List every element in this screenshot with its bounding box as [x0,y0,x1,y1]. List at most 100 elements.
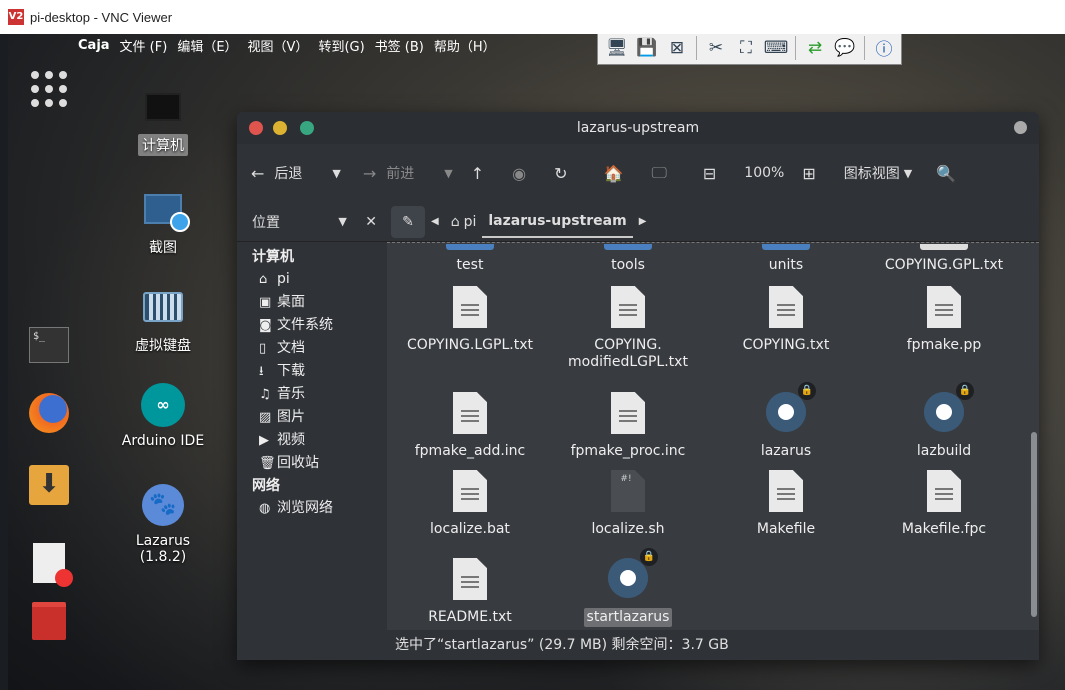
sidebar-item-filesystem[interactable]: ◙ 文件系统 [237,314,387,337]
zoom-out-button[interactable]: ⊟ [703,164,726,183]
close-button[interactable] [249,121,263,135]
file-item-tools[interactable]: tools [549,244,707,275]
vnc-window-title: pi-desktop - VNC Viewer [30,9,173,25]
chevron-down-icon[interactable]: ▼ [338,215,346,228]
file-item-copying-modified-lgpl[interactable]: COPYING. modifiedLGPL.txt [549,286,707,372]
back-label: 后退 [274,166,303,182]
forward-label: 前进 [386,166,415,182]
terminal-icon[interactable]: $_ [28,324,70,366]
file-item-lazarus[interactable]: 🔒 lazarus [707,382,865,461]
vnc-chat-icon[interactable]: 💬 [832,35,858,61]
sidebar-item-videos[interactable]: ▶ 视频 [237,429,387,452]
back-button[interactable]: ← 后退 ▼ [251,163,341,183]
menu-file[interactable]: 文件 (F) [120,36,168,55]
vnc-fullscreen-icon[interactable]: ⛶ [733,35,759,61]
menu-help[interactable]: 帮助（H） [434,36,496,55]
path-current-button[interactable]: lazarus-upstream [482,206,633,238]
zoom-level[interactable]: 100% [744,165,784,181]
file-item-fpmake-pp[interactable]: fpmake.pp [865,286,1023,355]
file-item-test[interactable]: test [391,244,549,275]
file-item-units[interactable]: units [707,244,865,275]
location-bar: 位置 ▼ ✕ ✎ ◀ ⌂ pi lazarus-upstream ▶ [237,202,1039,242]
sidebar-item-browse-network[interactable]: ◍ 浏览网络 [237,497,387,520]
home-button[interactable]: 🏠 [604,164,634,183]
sidebar-item-desktop[interactable]: ▣ 桌面 [237,291,387,314]
sidebar-item-downloads[interactable]: ⭳ 下载 [237,360,387,383]
file-item-fpmake-proc[interactable]: fpmake_proc.inc [549,392,707,461]
window-menu-button[interactable] [1014,121,1027,134]
file-item-copying-txt[interactable]: COPYING.txt [707,286,865,355]
zoom-in-button[interactable]: ⊞ [802,164,825,183]
file-item-makefile[interactable]: Makefile [707,470,865,539]
file-name: Makefile.fpc [901,521,987,537]
file-item-startlazarus[interactable]: 🔒 startlazarus [549,548,707,627]
edit-path-button[interactable]: ✎ [391,205,425,238]
home-icon: ⌂ [259,272,268,287]
vnc-tools-icon[interactable]: ✂ [703,35,729,61]
vnc-titlebar: V2 pi-desktop - VNC Viewer [0,0,1065,34]
forward-button[interactable]: → 前进 ▼ [363,163,453,183]
maximize-button[interactable] [300,121,314,135]
sidebar-item-music[interactable]: ♫ 音乐 [237,383,387,406]
desktop-icon-label: 计算机 [138,134,188,156]
file-item-readme[interactable]: README.txt [391,558,549,627]
file-item-lazbuild[interactable]: 🔒 lazbuild [865,382,1023,461]
close-sidebar-icon[interactable]: ✕ [365,214,377,230]
menu-go[interactable]: 转到(G) [318,36,364,55]
sidebar-section-computer: 计算机 [252,249,294,265]
toolbar-separator [696,35,697,60]
desktop-icon-computer[interactable]: 计算机 [108,84,218,156]
chevron-down-icon[interactable]: ▼ [332,167,340,180]
path-scroll-left[interactable]: ◀ [425,206,445,238]
folder-icon [446,244,494,250]
vnc-disconnect-icon[interactable]: ⊠ [664,35,690,61]
menu-bookmarks[interactable]: 书签 (B) [375,36,424,55]
path-home-button[interactable]: ⌂ pi [445,206,483,238]
file-item-fpmake-add[interactable]: fpmake_add.inc [391,392,549,461]
menu-edit[interactable]: 编辑（E） [177,36,237,55]
desktop-icon-screenshot[interactable]: 截图 [108,186,218,258]
computer-button[interactable]: 🖵 [651,163,676,183]
desktop-icon-label: Lazarus (1.8.2) [135,533,191,565]
scrollbar[interactable] [1031,432,1037,617]
lock-icon: 🔒 [798,382,816,400]
desktop-icon-arduino[interactable]: ∞ Arduino IDE [108,382,218,450]
lazarus-icon: 🐾 [140,482,186,528]
chevron-down-icon[interactable]: ▼ [444,167,452,180]
sidebar-item-documents[interactable]: ▯ 文档 [237,337,387,360]
minimize-button[interactable] [273,121,287,135]
view-mode-select[interactable]: 图标视图 ▼ [844,163,912,183]
desktop: Caja 文件 (F) 编辑（E） 视图（V） 转到(G) 书签 (B) 帮助（… [8,34,1065,690]
app-grid-icon[interactable] [28,68,70,110]
sidebar-header-label[interactable]: 位置 [252,212,280,232]
desktop-icon-lazarus[interactable]: 🐾 Lazarus (1.8.2) [108,482,218,566]
sidebar-item-pictures[interactable]: ▨ 图片 [237,406,387,429]
vnc-options-icon[interactable]: 🖥 [604,35,630,61]
stop-button[interactable]: ◉ [512,164,536,183]
trash-dock-icon[interactable] [28,600,70,642]
vnc-info-icon[interactable]: ⓘ [871,35,897,61]
sidebar-item-trash[interactable]: 🗑 回收站 [237,452,387,475]
up-button[interactable]: ↑ [471,164,494,183]
text-editor-icon[interactable] [28,542,73,587]
file-item-copying-gpl[interactable]: COPYING.GPL.txt [865,244,1023,275]
vnc-transfer-icon[interactable]: ⇄ [802,35,828,61]
menu-view[interactable]: 视图（V） [248,36,309,55]
sidebar-item-home[interactable]: ⌂ pi [237,268,387,291]
vnc-save-icon[interactable]: 💾 [634,35,660,61]
document-icon: ▯ [259,341,267,356]
file-item-copying-lgpl[interactable]: COPYING.LGPL.txt [391,286,549,355]
download-manager-icon[interactable]: ⬇ [28,464,70,506]
file-view[interactable]: test tools units COPYING.GPL.txt COPYING… [387,242,1039,630]
path-scroll-right[interactable]: ▶ [633,206,653,238]
vnc-ctrl-alt-del-icon[interactable]: ⌨ [763,35,789,61]
search-button[interactable]: 🔍 [936,164,966,183]
reload-button[interactable]: ↻ [554,164,577,183]
firefox-icon[interactable] [28,392,70,434]
file-item-localize-bat[interactable]: localize.bat [391,470,549,539]
file-item-localize-sh[interactable]: #! localize.sh [549,470,707,539]
desktop-icon-keyboard[interactable]: 虚拟键盘 [108,284,218,356]
file-name: COPYING.GPL.txt [884,257,1004,273]
text-file-icon [453,558,487,600]
file-item-makefile-fpc[interactable]: Makefile.fpc [865,470,1023,539]
